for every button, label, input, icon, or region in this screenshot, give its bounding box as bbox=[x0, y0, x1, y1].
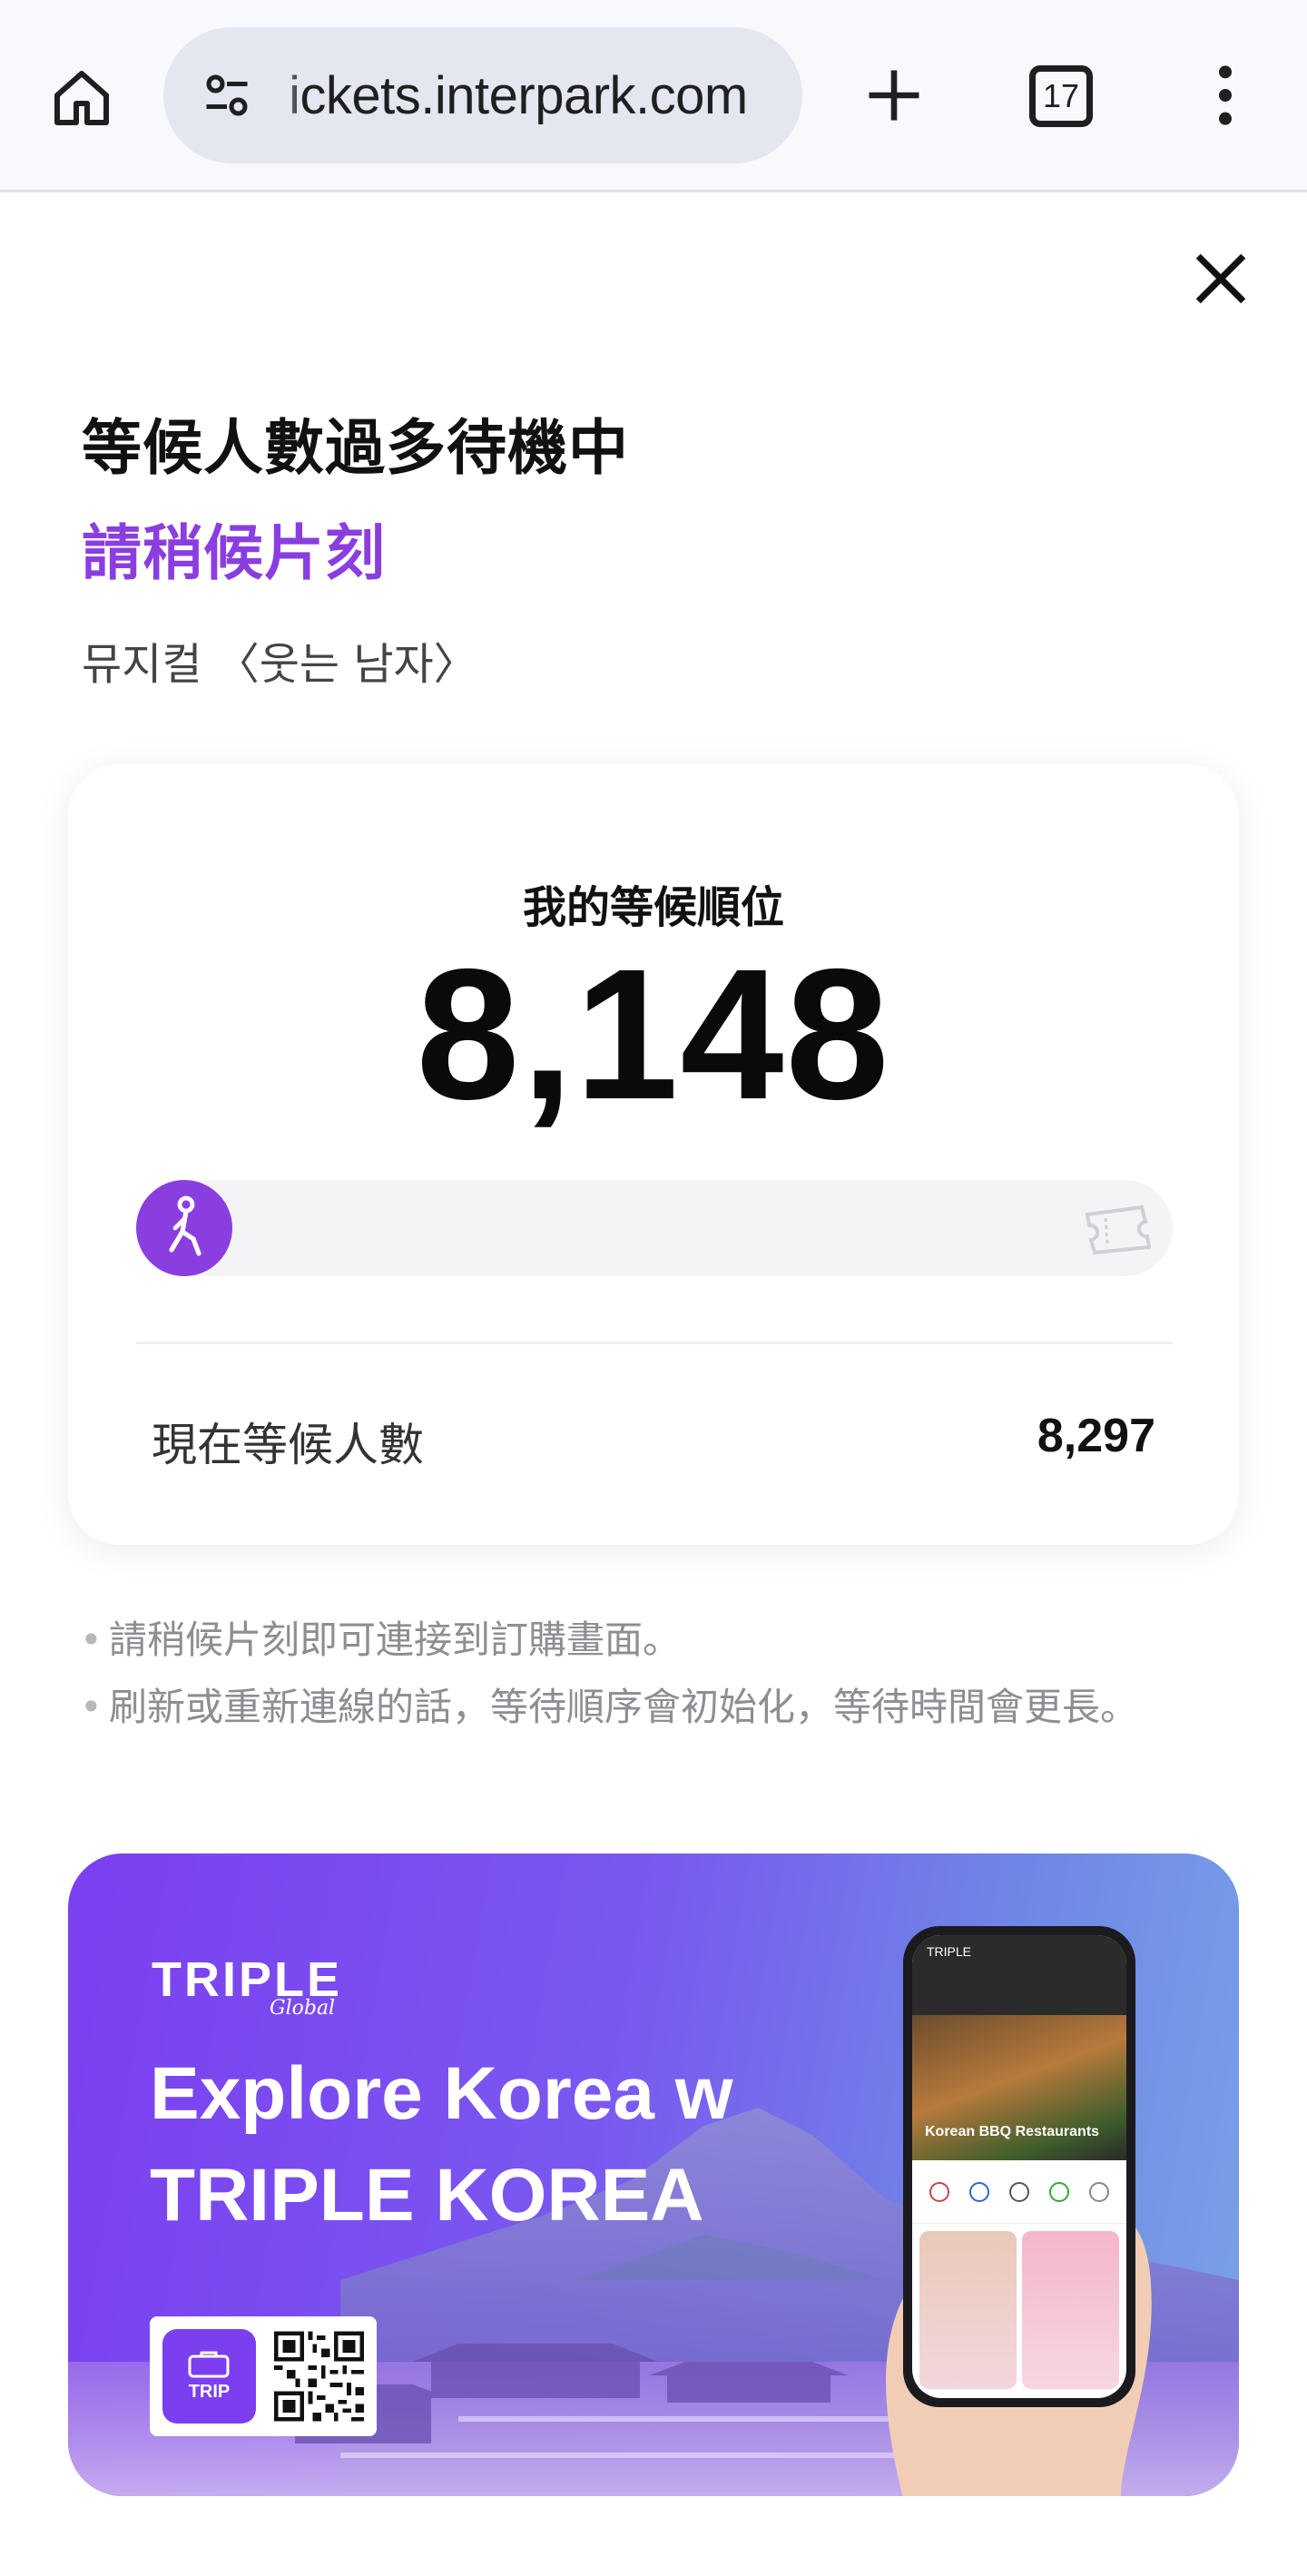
phone-mockup: TRIPLE Korean BBQ Restaurants bbox=[903, 1926, 1135, 2407]
phone-screen: TRIPLE Korean BBQ Restaurants bbox=[912, 1935, 1126, 2398]
home-icon bbox=[54, 71, 109, 125]
address-bar[interactable]: ickets.interpark.com bbox=[163, 27, 802, 163]
category-icon bbox=[1009, 2181, 1029, 2202]
phone-photo-strip bbox=[912, 2224, 1126, 2396]
bullet-icon: • bbox=[80, 1685, 103, 1729]
card-divider bbox=[136, 1342, 1173, 1344]
banner-headline-1: Explore Korea w bbox=[150, 2052, 733, 2135]
phone-category-icons bbox=[912, 2160, 1126, 2224]
phone-photo bbox=[919, 2231, 1017, 2389]
close-button[interactable] bbox=[1180, 238, 1262, 320]
tab-switcher-button[interactable]: 17 bbox=[1029, 65, 1093, 127]
queue-progress-bar bbox=[136, 1180, 1173, 1276]
notice-text: 刷新或重新連線的話，等待順序會初始化，等待時間會更長。 bbox=[109, 1685, 1139, 1729]
event-title: 뮤지컬 〈웃는 남자〉 bbox=[82, 639, 477, 690]
more-vertical-icon bbox=[1219, 65, 1232, 125]
close-icon bbox=[1195, 253, 1246, 304]
browser-toolbar: ickets.interpark.com 17 bbox=[0, 0, 1307, 192]
rank-number: 8,148 bbox=[416, 930, 891, 1138]
category-icon bbox=[1089, 2181, 1109, 2202]
home-button[interactable] bbox=[44, 60, 120, 136]
app-download-box[interactable]: TRIP bbox=[150, 2316, 377, 2436]
page-subtitle: 請稍候片刻 bbox=[82, 518, 386, 588]
rank-label: 我的等候順位 bbox=[522, 882, 784, 933]
notice-item: • 刷新或重新連線的話，等待順序會初始化，等待時間會更長。 bbox=[80, 1674, 1187, 1741]
notice-text: 請稍候片刻即可連接到訂購畫面。 bbox=[109, 1617, 682, 1662]
url-fade bbox=[268, 27, 304, 163]
qr-code-icon bbox=[273, 2331, 364, 2422]
notice-item: • 請稍候片刻即可連接到訂購畫面。 bbox=[80, 1607, 1187, 1674]
plus-icon bbox=[869, 70, 919, 121]
waiting-count-value: 8,297 bbox=[1037, 1410, 1155, 1462]
url-text[interactable]: ickets.interpark.com bbox=[289, 65, 748, 126]
queue-rank-card: 我的等候順位 8,148 現在等候人數 8,297 bbox=[68, 764, 1239, 1545]
phone-app-brand: TRIPLE bbox=[927, 1944, 972, 1959]
walking-person-icon bbox=[136, 1180, 232, 1276]
notice-list: • 請稍候片刻即可連接到訂購畫面。 • 刷新或重新連線的話，等待順序會初始化，等… bbox=[80, 1607, 1187, 1741]
category-icon bbox=[1049, 2181, 1069, 2202]
triple-app-icon: TRIP bbox=[162, 2329, 256, 2424]
category-icon bbox=[969, 2181, 989, 2202]
bullet-icon: • bbox=[80, 1617, 103, 1662]
phone-photo bbox=[1022, 2231, 1119, 2389]
phone-food-image: Korean BBQ Restaurants bbox=[912, 2015, 1126, 2160]
category-icon bbox=[929, 2181, 949, 2202]
browser-menu-button[interactable] bbox=[1189, 54, 1262, 136]
page-title: 等候人數過多待機中 bbox=[82, 413, 629, 483]
banner-headline-2: TRIPLE KOREA bbox=[150, 2154, 704, 2237]
app-tile-label: TRIP bbox=[188, 2381, 231, 2402]
waiting-count-label: 現在等候人數 bbox=[152, 1419, 424, 1471]
triple-logo-sub: Global bbox=[270, 1997, 336, 2020]
ticket-icon bbox=[1085, 1204, 1152, 1254]
site-settings-icon[interactable] bbox=[191, 59, 263, 132]
phone-app-header: TRIPLE bbox=[912, 1935, 1126, 2015]
phone-card-title: Korean BBQ Restaurants bbox=[925, 2124, 1100, 2139]
new-tab-button[interactable] bbox=[853, 54, 935, 136]
promo-banner[interactable]: TRIPLE Global Explore Korea w TRIPLE KOR… bbox=[68, 1853, 1239, 2496]
